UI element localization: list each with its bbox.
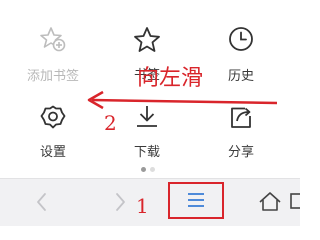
menu-item-downloads[interactable]: 下载	[107, 103, 187, 163]
bottom-toolbar	[0, 178, 300, 226]
menu-button[interactable]	[168, 182, 224, 219]
menu-item-history[interactable]: 历史	[201, 25, 281, 85]
page-dot	[150, 167, 155, 172]
page-indicator	[141, 167, 161, 173]
forward-button[interactable]	[101, 185, 137, 219]
clock-icon	[226, 25, 256, 55]
menu-item-settings[interactable]: 设置	[13, 103, 93, 163]
star-icon	[132, 25, 162, 55]
gear-icon	[38, 103, 68, 133]
menu-item-label: 添加书签	[26, 69, 79, 84]
share-icon	[226, 103, 256, 133]
tabs-button[interactable]	[288, 185, 300, 219]
menu-item-add-bookmark[interactable]: 添加书签	[13, 25, 93, 85]
step-1-label: 1	[136, 194, 149, 218]
step-2-label: 2	[104, 111, 117, 135]
menu-item-label: 下载	[133, 145, 160, 160]
download-icon	[132, 103, 162, 133]
bookmark-add-icon	[38, 25, 68, 55]
menu-item-label: 历史	[227, 69, 254, 84]
menu-item-share[interactable]: 分享	[201, 103, 281, 163]
page-dot-active	[141, 167, 146, 172]
swipe-hint-text: 向左滑	[137, 66, 204, 91]
back-button[interactable]	[25, 185, 61, 219]
menu-item-label: 分享	[227, 145, 254, 160]
home-button[interactable]	[252, 185, 288, 219]
menu-item-label: 设置	[39, 145, 66, 160]
